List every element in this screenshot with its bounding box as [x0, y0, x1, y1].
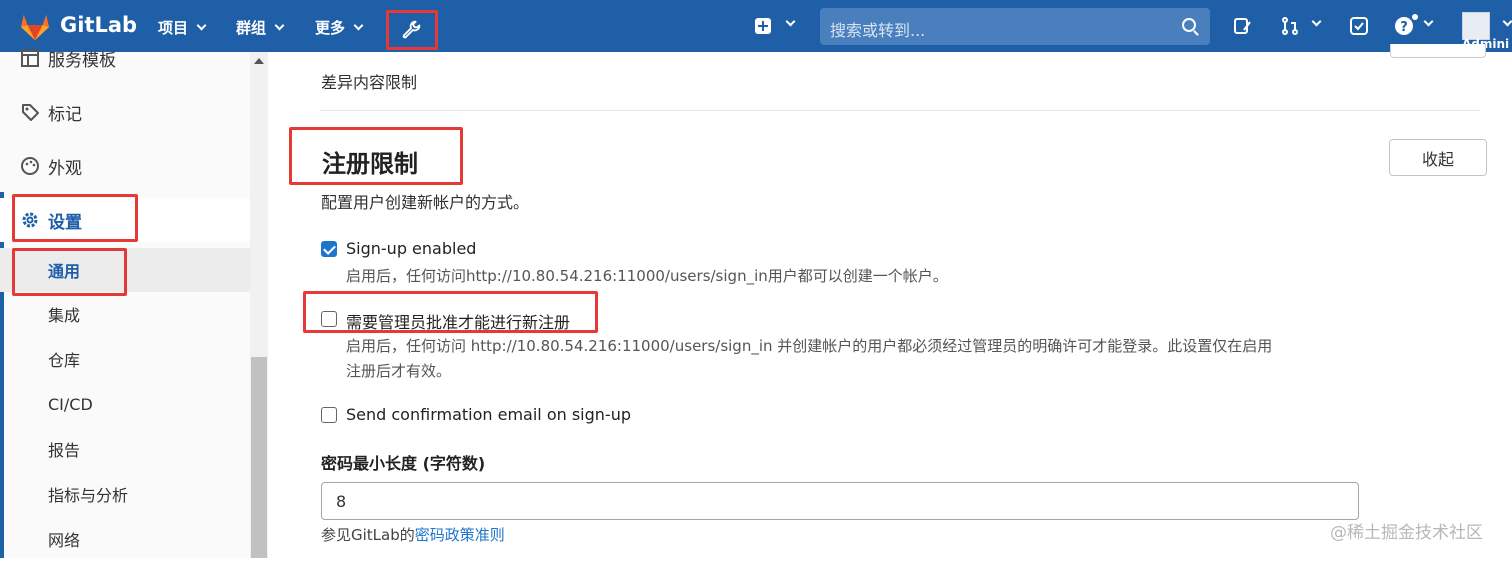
admin-area-button[interactable]	[386, 10, 438, 50]
password-help-prefix: 参见GitLab的	[321, 526, 415, 544]
sidebar-subitem-network[interactable]: 网络	[0, 517, 250, 561]
scrollbar-thumb[interactable]	[251, 357, 267, 558]
password-policy-link[interactable]: 密码政策准则	[415, 526, 505, 544]
issues-icon[interactable]	[1232, 16, 1252, 36]
label-icon	[22, 104, 39, 121]
search-icon	[1182, 18, 1196, 32]
prev-section-title: 差异内容限制	[321, 73, 418, 92]
sidebar-subitem-label: CI/CD	[48, 394, 93, 414]
search-placeholder: 搜索或转到...	[830, 21, 926, 40]
signup-enabled-checkbox[interactable]	[321, 241, 337, 257]
password-min-length-value: 8	[336, 492, 347, 511]
chevron-down-icon	[274, 20, 285, 31]
chevron-down-icon	[353, 20, 364, 31]
sidebar: 服务模板 标记 外观 设置 通用 集成 仓库 CI/CD 报告 指标与分析 网络	[0, 49, 268, 561]
new-item-icon[interactable]	[755, 18, 771, 34]
sidebar-item-service-templates[interactable]: 服务模板	[0, 36, 250, 80]
expand-button-partial[interactable]	[1390, 44, 1486, 58]
chevron-down-icon[interactable]	[1423, 16, 1434, 27]
nav-projects-label: 项目	[158, 19, 189, 37]
nav-more-label: 更多	[315, 19, 346, 37]
highlight-section-title	[289, 127, 463, 185]
nav-projects[interactable]: 项目	[158, 17, 207, 38]
sidebar-subitem-reporting[interactable]: 报告	[0, 427, 250, 471]
sidebar-subitem-label: 报告	[48, 441, 81, 460]
template-icon	[21, 49, 39, 67]
sidebar-item-label: 外观	[48, 158, 82, 179]
notification-dot-icon	[1412, 14, 1418, 20]
nav-more[interactable]: 更多	[315, 17, 364, 38]
signup-enabled-help: 启用后，任何访问http://10.80.54.216:11000/users/…	[346, 267, 948, 285]
todo-icon[interactable]	[1349, 16, 1369, 36]
highlight-general	[12, 248, 127, 296]
collapse-button[interactable]: 收起	[1389, 139, 1487, 176]
require-admin-approval-help-line2: 注册后才有效。	[346, 362, 452, 380]
wrench-icon	[402, 20, 421, 39]
nav-groups-label: 群组	[236, 19, 267, 37]
signup-enabled-label[interactable]: Sign-up enabled	[346, 239, 476, 258]
password-min-length-input[interactable]: 8	[321, 482, 1359, 520]
search-input[interactable]: 搜索或转到...	[820, 8, 1210, 45]
sidebar-item-labels[interactable]: 标记	[0, 90, 250, 134]
sidebar-subitem-integrations[interactable]: 集成	[0, 292, 250, 336]
chevron-down-icon[interactable]	[1502, 16, 1512, 27]
chevron-down-icon[interactable]	[785, 16, 796, 27]
appearance-icon	[21, 157, 39, 175]
sidebar-subitem-metrics[interactable]: 指标与分析	[0, 472, 250, 516]
highlight-settings	[12, 194, 138, 242]
sidebar-item-label: 服务模板	[48, 50, 116, 71]
section-divider	[320, 110, 1480, 111]
highlight-admin-approval	[303, 291, 598, 333]
password-min-length-label: 密码最小长度 (字符数)	[321, 454, 486, 473]
scroll-up-arrow-icon[interactable]	[254, 58, 264, 64]
section-description: 配置用户创建新帐户的方式。	[321, 193, 530, 212]
sidebar-item-label: 标记	[48, 104, 82, 125]
send-confirmation-email-checkbox[interactable]	[321, 407, 337, 423]
avatar[interactable]	[1462, 12, 1490, 40]
password-help: 参见GitLab的密码政策准则	[321, 524, 505, 545]
sidebar-item-appearance[interactable]: 外观	[0, 144, 250, 188]
chevron-down-icon[interactable]	[1311, 16, 1322, 27]
merge-request-icon[interactable]	[1280, 16, 1300, 36]
sidebar-subitem-label: 集成	[48, 306, 81, 325]
send-confirmation-email-label[interactable]: Send confirmation email on sign-up	[346, 405, 631, 424]
svg-text:?: ?	[1400, 20, 1408, 35]
help-icon[interactable]: ?	[1394, 16, 1414, 36]
watermark: @稀土掘金技术社区	[1330, 523, 1483, 543]
sidebar-subitem-repository[interactable]: 仓库	[0, 337, 250, 381]
require-admin-approval-help-line1: 启用后，任何访问 http://10.80.54.216:11000/users…	[346, 337, 1273, 355]
chevron-down-icon	[196, 20, 207, 31]
nav-groups[interactable]: 群组	[236, 17, 285, 38]
sidebar-subitem-label: 仓库	[48, 351, 81, 370]
brand-name[interactable]: GitLab	[60, 13, 137, 37]
sidebar-subitem-label: 指标与分析	[48, 486, 129, 505]
sidebar-subitem-label: 网络	[48, 531, 81, 550]
sidebar-subitem-cicd[interactable]: CI/CD	[0, 382, 250, 426]
